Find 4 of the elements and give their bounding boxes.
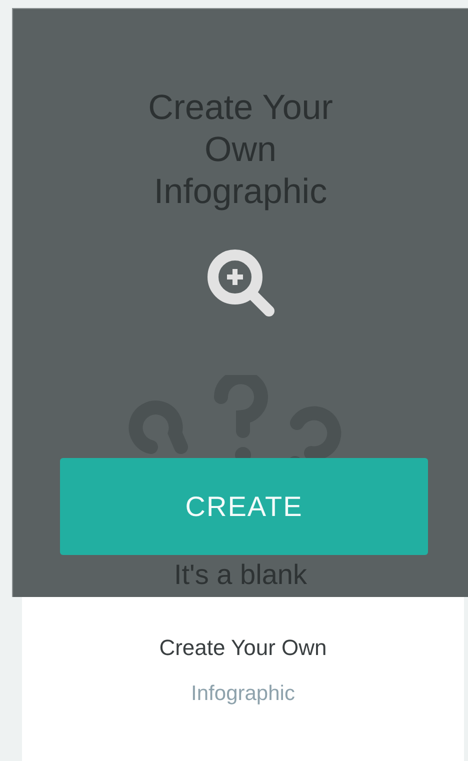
zoom-in-icon xyxy=(204,247,276,319)
template-title: Create Your Own xyxy=(159,635,327,661)
create-button[interactable]: CREATE xyxy=(60,458,428,555)
template-subtitle: Infographic xyxy=(191,682,295,706)
